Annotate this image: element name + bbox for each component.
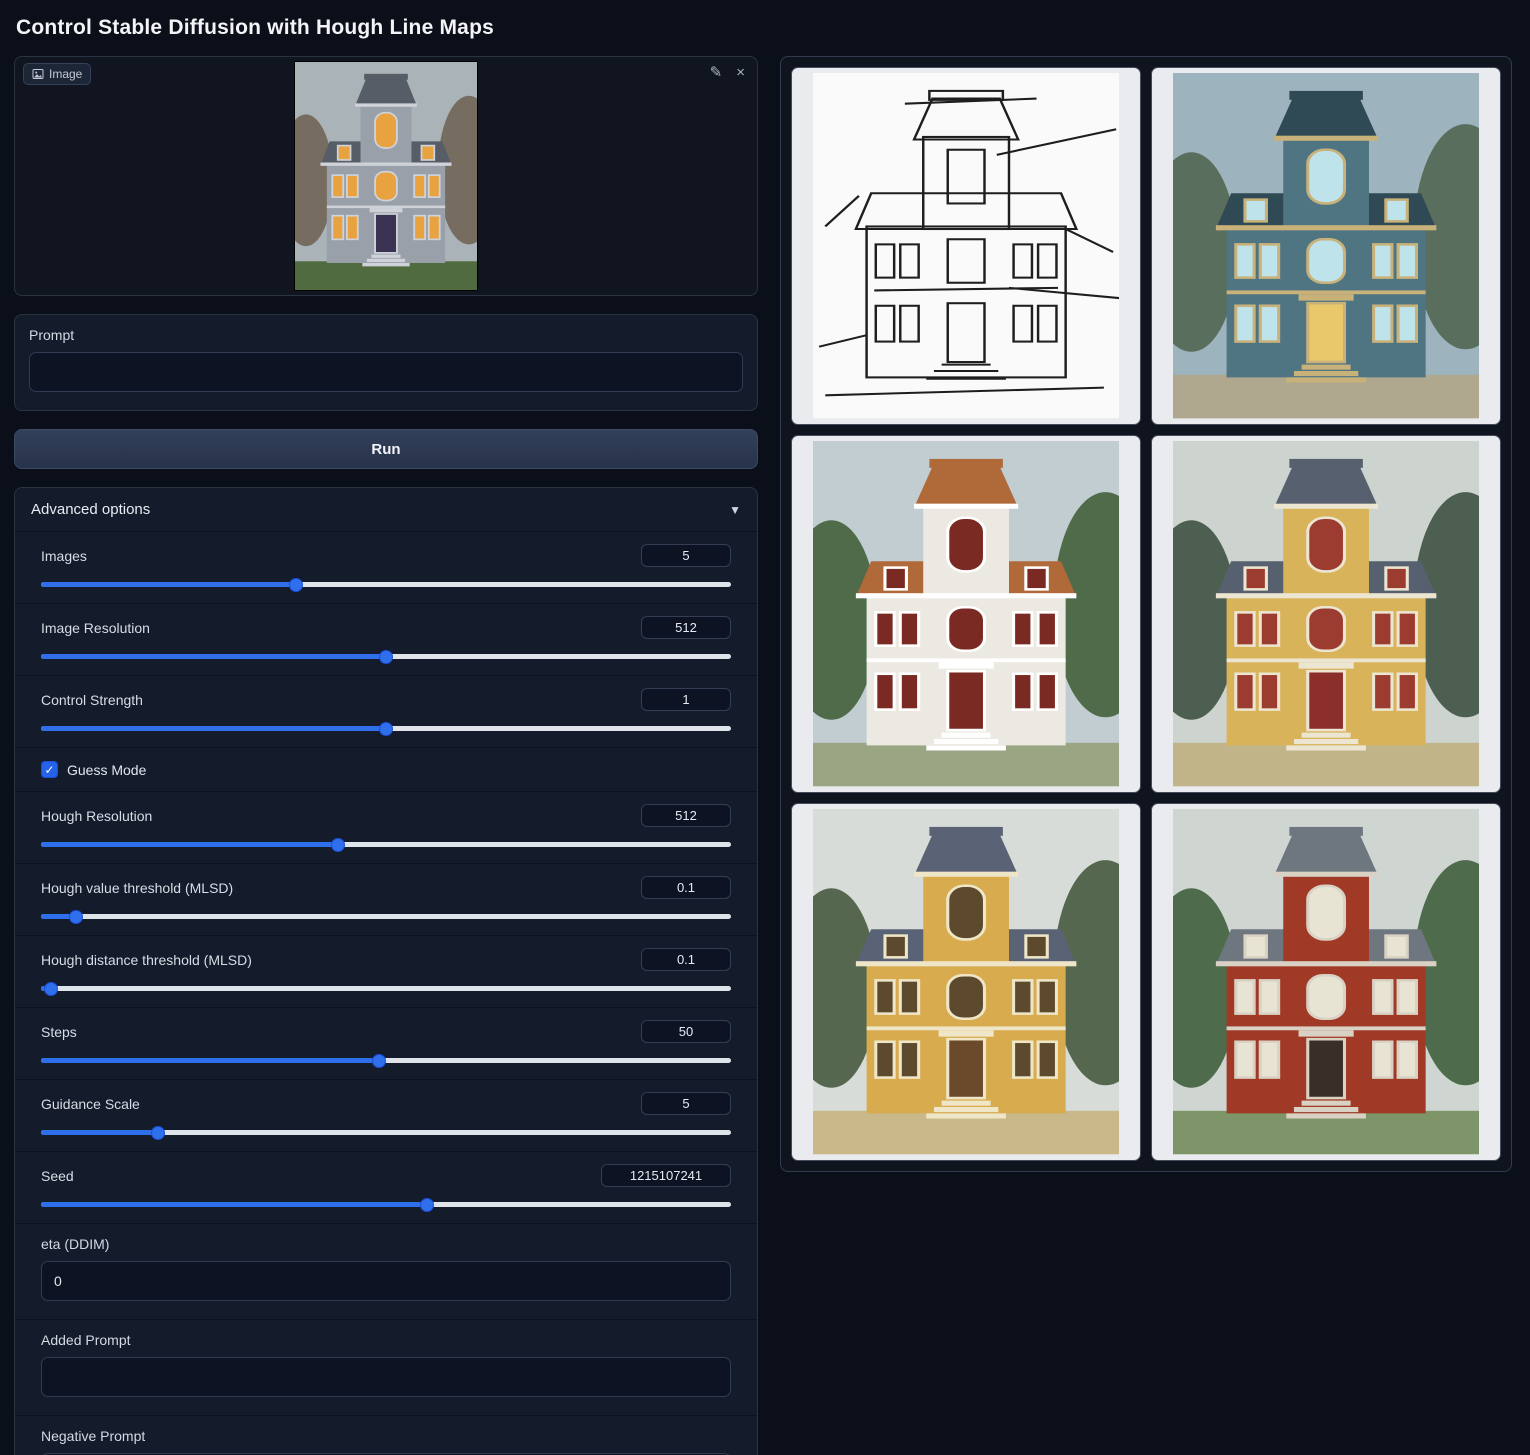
slider-hough-resolution-label: Hough Resolution [41, 808, 152, 824]
added-prompt-field: Added Prompt [15, 1319, 757, 1415]
edit-image-icon[interactable]: ✎ [710, 65, 723, 80]
slider-steps-label: Steps [41, 1024, 77, 1040]
slider-image-resolution-track[interactable] [41, 654, 731, 659]
prompt-input[interactable] [29, 352, 743, 392]
advanced-options-label: Advanced options [31, 501, 150, 518]
slider-steps-handle[interactable] [372, 1054, 386, 1068]
slider-hough-distance-threshold-value[interactable]: 0.1 [641, 948, 731, 971]
gallery-item-teal-house[interactable] [1151, 67, 1501, 425]
slider-control-strength-value[interactable]: 1 [641, 688, 731, 711]
hough-line-map-image [813, 73, 1119, 418]
image-label: Image [49, 67, 82, 81]
check-icon: ✓ [44, 763, 54, 777]
slider-guidance-scale: Guidance Scale 5 [15, 1079, 757, 1151]
gallery-item-yellow-house[interactable] [1151, 435, 1501, 793]
added-prompt-input[interactable] [41, 1357, 731, 1397]
negative-prompt-field: Negative Prompt [15, 1415, 757, 1455]
slider-steps: Steps 50 [15, 1007, 757, 1079]
eta-ddim-label: eta (DDIM) [41, 1236, 731, 1252]
slider-guidance-scale-handle[interactable] [151, 1126, 165, 1140]
input-image-panel: Image ✎ × [14, 56, 758, 296]
red-brick-house-image [1173, 809, 1479, 1154]
guess-mode-checkbox[interactable]: ✓ [41, 761, 58, 778]
slider-seed-track[interactable] [41, 1202, 731, 1207]
slider-images-track[interactable] [41, 582, 731, 587]
slider-steps-track[interactable] [41, 1058, 731, 1063]
slider-control-strength-label: Control Strength [41, 692, 143, 708]
slider-hough-value-threshold-handle[interactable] [69, 910, 83, 924]
teal-house-image [1173, 73, 1479, 418]
output-gallery [780, 56, 1512, 1172]
advanced-options-header[interactable]: Advanced options ▼ [15, 488, 757, 531]
image-icon [32, 68, 44, 80]
slider-images-value[interactable]: 5 [641, 544, 731, 567]
slider-hough-distance-threshold-label: Hough distance threshold (MLSD) [41, 952, 252, 968]
eta-ddim-field: eta (DDIM) [15, 1223, 757, 1319]
slider-hough-resolution: Hough Resolution 512 [15, 791, 757, 863]
slider-control-strength: Control Strength 1 [15, 675, 757, 747]
slider-image-resolution-handle[interactable] [379, 650, 393, 664]
app-page: Control Stable Diffusion with Hough Line… [0, 0, 1530, 1455]
slider-images-handle[interactable] [289, 578, 303, 592]
slider-hough-value-threshold-value[interactable]: 0.1 [641, 876, 731, 899]
slider-guidance-scale-label: Guidance Scale [41, 1096, 140, 1112]
slider-seed-handle[interactable] [420, 1198, 434, 1212]
page-title: Control Stable Diffusion with Hough Line… [16, 16, 1512, 40]
slider-control-strength-handle[interactable] [379, 722, 393, 736]
gallery-item-hough-line-map[interactable] [791, 67, 1141, 425]
slider-hough-resolution-value[interactable]: 512 [641, 804, 731, 827]
slider-hough-value-threshold-label: Hough value threshold (MLSD) [41, 880, 233, 896]
slider-steps-value[interactable]: 50 [641, 1020, 731, 1043]
slider-image-resolution-label: Image Resolution [41, 620, 150, 636]
added-prompt-label: Added Prompt [41, 1332, 731, 1348]
slider-hough-distance-threshold: Hough distance threshold (MLSD) 0.1 [15, 935, 757, 1007]
slider-hough-resolution-track[interactable] [41, 842, 731, 847]
slider-image-resolution: Image Resolution 512 [15, 603, 757, 675]
clear-image-icon[interactable]: × [736, 65, 745, 80]
slider-control-strength-track[interactable] [41, 726, 731, 731]
slider-hough-value-threshold: Hough value threshold (MLSD) 0.1 [15, 863, 757, 935]
slider-hough-value-threshold-track[interactable] [41, 914, 731, 919]
image-label-badge: Image [23, 63, 91, 85]
gallery-item-gold-house[interactable] [791, 803, 1141, 1161]
guess-mode-label: Guess Mode [67, 762, 146, 778]
slider-images: Images 5 [15, 531, 757, 603]
slider-seed-label: Seed [41, 1168, 74, 1184]
run-button[interactable]: Run [14, 429, 758, 469]
slider-image-resolution-value[interactable]: 512 [641, 616, 731, 639]
slider-hough-resolution-handle[interactable] [331, 838, 345, 852]
prompt-panel: Prompt [14, 314, 758, 411]
advanced-options-panel: Advanced options ▼ Images 5 Im [14, 487, 758, 1455]
slider-images-label: Images [41, 548, 87, 564]
slider-seed: Seed 1215107241 [15, 1151, 757, 1223]
gold-house-image [813, 809, 1119, 1154]
slider-guidance-scale-value[interactable]: 5 [641, 1092, 731, 1115]
chevron-down-icon[interactable]: ▼ [729, 503, 741, 517]
victorian-house-photo [295, 62, 477, 290]
yellow-house-image [1173, 441, 1479, 786]
slider-seed-value[interactable]: 1215107241 [601, 1164, 731, 1187]
slider-hough-distance-threshold-handle[interactable] [44, 982, 58, 996]
negative-prompt-label: Negative Prompt [41, 1428, 731, 1444]
gallery-item-white-house[interactable] [791, 435, 1141, 793]
controls-column: Image ✎ × Prompt Run Advanced [14, 56, 758, 1455]
slider-guidance-scale-track[interactable] [41, 1130, 731, 1135]
eta-ddim-input[interactable] [41, 1261, 731, 1301]
gallery-item-red-brick-house[interactable] [1151, 803, 1501, 1161]
slider-hough-distance-threshold-track[interactable] [41, 986, 731, 991]
prompt-label: Prompt [29, 327, 743, 343]
guess-mode-row: ✓ Guess Mode [15, 747, 757, 791]
white-house-image [813, 441, 1119, 786]
